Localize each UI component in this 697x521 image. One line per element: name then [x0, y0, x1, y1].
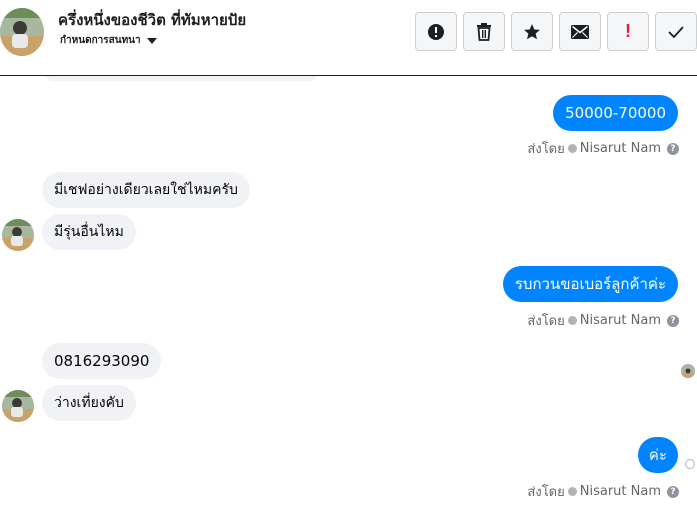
contact-name: ครึ่งหนึ่งของชีวิต ที่ทัมหายปัย	[58, 11, 247, 29]
outgoing-message[interactable]: ค่ะ	[637, 437, 678, 473]
sent-by-label: ส่งโดย	[527, 314, 565, 329]
report-spam-button[interactable]	[415, 12, 457, 51]
outgoing-message[interactable]: รบกวนขอเบอร์ลูกค้าค่ะ	[502, 266, 678, 302]
incoming-message[interactable]: มีเชฟอย่างเดียวเลยใช่ไหมครับ	[42, 172, 250, 208]
help-icon[interactable]: ?	[667, 142, 679, 155]
star-icon	[524, 23, 540, 39]
help-icon[interactable]: ?	[667, 485, 679, 498]
assign-label: กำหนดการสนทนา	[60, 35, 141, 46]
sent-by-label: ส่งโดย	[527, 142, 565, 157]
mark-done-button[interactable]	[655, 12, 697, 51]
conversation-toolbar: !	[415, 12, 697, 51]
agent-status-icon	[567, 316, 577, 325]
message-thread[interactable]: 50000-70000 ส่งโดย Nisarut Nam ? มีเชฟอย…	[0, 63, 697, 521]
contact-avatar[interactable]	[0, 8, 44, 56]
incoming-message[interactable]: 0816293090	[42, 343, 162, 379]
help-icon[interactable]: ?	[667, 314, 679, 327]
star-button[interactable]	[511, 12, 553, 51]
agent-status-icon	[567, 144, 577, 153]
exclamation-circle-icon	[428, 23, 444, 40]
assign-conversation-dropdown[interactable]: กำหนดการสนทนา	[60, 33, 157, 48]
sent-by-info: ส่งโดย Nisarut Nam ?	[527, 481, 679, 502]
agent-status-icon	[567, 487, 577, 496]
agent-name[interactable]: Nisarut Nam	[580, 484, 661, 499]
delete-button[interactable]	[463, 12, 505, 51]
incoming-message[interactable]: ว่างเที่ยงคับ	[42, 385, 136, 421]
customer-avatar[interactable]	[2, 219, 34, 251]
customer-avatar[interactable]	[2, 390, 34, 422]
outgoing-message[interactable]: 50000-70000	[553, 95, 678, 131]
check-icon	[668, 25, 684, 38]
sent-by-info: ส่งโดย Nisarut Nam ?	[527, 310, 679, 331]
seen-indicator-avatar	[681, 364, 695, 378]
trash-icon	[477, 22, 491, 41]
incoming-message[interactable]: มีรุ่นอื่นไหม	[42, 214, 136, 250]
sent-by-label: ส่งโดย	[527, 485, 565, 500]
exclamation-icon: !	[625, 21, 631, 41]
caret-down-icon	[146, 37, 157, 44]
envelope-icon	[571, 24, 589, 39]
agent-name[interactable]: Nisarut Nam	[580, 313, 661, 328]
mark-important-button[interactable]: !	[607, 12, 649, 51]
agent-name[interactable]: Nisarut Nam	[580, 141, 661, 156]
conversation-header: ครึ่งหนึ่งของชีวิต ที่ทัมหายปัย กำหนดการ…	[0, 0, 697, 76]
sent-check-icon	[685, 459, 695, 469]
sent-by-info: ส่งโดย Nisarut Nam ?	[527, 138, 679, 159]
mark-unread-button[interactable]	[559, 12, 601, 51]
